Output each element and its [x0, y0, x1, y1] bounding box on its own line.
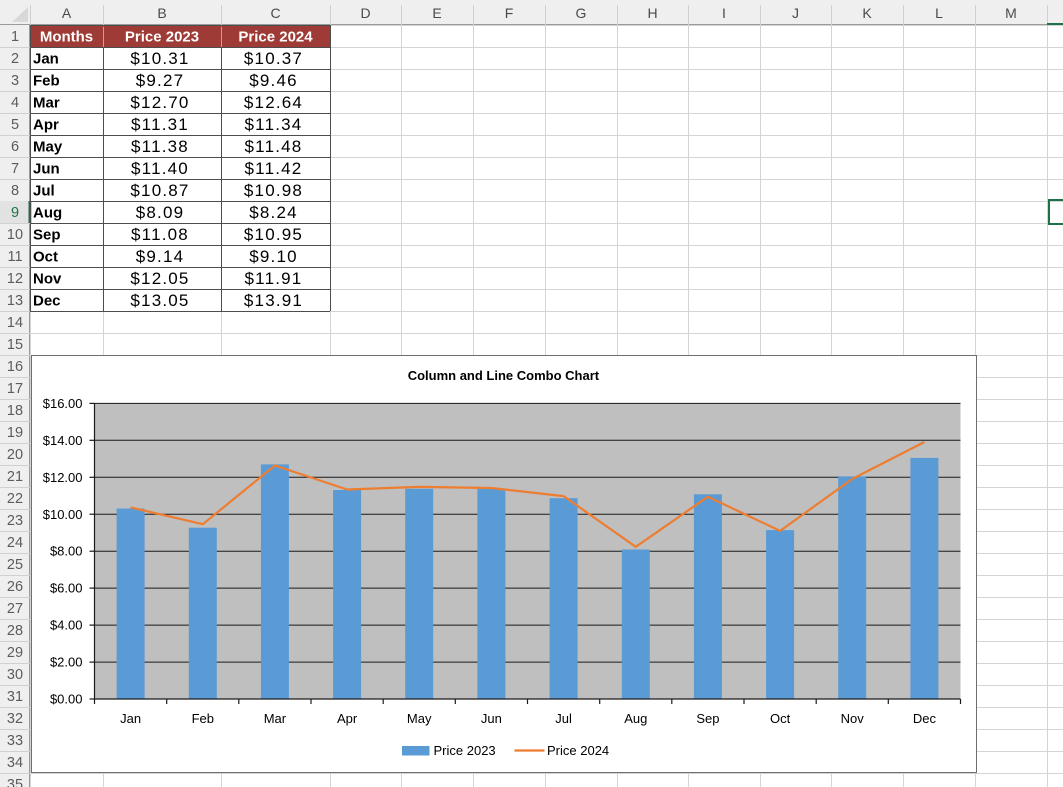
svg-text:Dec: Dec — [33, 293, 61, 310]
svg-text:Apr: Apr — [33, 117, 59, 134]
svg-text:Jun: Jun — [481, 711, 502, 726]
svg-text:Aug: Aug — [33, 205, 62, 222]
svg-text:Dec: Dec — [913, 711, 937, 726]
svg-text:Sep: Sep — [696, 711, 719, 726]
svg-text:Price 2023: Price 2023 — [434, 743, 496, 758]
svg-text:Mar: Mar — [33, 95, 60, 112]
svg-text:I: I — [722, 5, 726, 21]
svg-text:25: 25 — [7, 557, 23, 573]
svg-text:$16.00: $16.00 — [43, 396, 83, 411]
svg-text:$6.00: $6.00 — [50, 581, 83, 596]
svg-text:E: E — [432, 5, 441, 21]
svg-text:18: 18 — [7, 403, 23, 419]
svg-text:K: K — [862, 5, 872, 21]
svg-text:$9.10: $9.10 — [249, 247, 298, 266]
svg-text:$11.38: $11.38 — [131, 137, 189, 156]
svg-text:Feb: Feb — [192, 711, 214, 726]
svg-text:34: 34 — [7, 755, 23, 771]
svg-text:$14.00: $14.00 — [43, 433, 83, 448]
svg-text:$9.14: $9.14 — [136, 247, 185, 266]
svg-text:Oct: Oct — [33, 249, 58, 266]
svg-text:F: F — [505, 5, 514, 21]
svg-text:$10.00: $10.00 — [43, 507, 83, 522]
svg-text:Jan: Jan — [33, 51, 59, 68]
svg-text:15: 15 — [7, 337, 23, 353]
svg-text:35: 35 — [7, 777, 23, 787]
svg-text:Nov: Nov — [841, 711, 865, 726]
svg-text:Nov: Nov — [33, 271, 62, 288]
svg-text:Price 2024: Price 2024 — [547, 743, 609, 758]
svg-text:30: 30 — [7, 667, 23, 683]
svg-text:Jun: Jun — [33, 161, 60, 178]
svg-text:$10.95: $10.95 — [244, 225, 303, 244]
svg-text:Jan: Jan — [120, 711, 141, 726]
svg-text:21: 21 — [7, 469, 23, 485]
svg-text:Jul: Jul — [33, 183, 55, 200]
svg-text:Aug: Aug — [624, 711, 647, 726]
svg-text:29: 29 — [7, 645, 23, 661]
svg-text:Price 2024: Price 2024 — [238, 29, 313, 46]
svg-text:Months: Months — [40, 29, 93, 46]
svg-text:$11.40: $11.40 — [131, 159, 189, 178]
svg-text:$4.00: $4.00 — [50, 618, 83, 633]
svg-text:H: H — [647, 5, 657, 21]
svg-text:32: 32 — [7, 711, 23, 727]
svg-text:$0.00: $0.00 — [50, 692, 83, 707]
svg-text:Price 2023: Price 2023 — [125, 29, 199, 46]
svg-text:G: G — [576, 5, 587, 21]
svg-text:$10.87: $10.87 — [130, 181, 189, 200]
svg-text:$2.00: $2.00 — [50, 655, 83, 670]
svg-text:$11.48: $11.48 — [245, 137, 303, 156]
svg-text:20: 20 — [7, 447, 23, 463]
svg-text:19: 19 — [7, 425, 23, 441]
svg-text:$9.46: $9.46 — [249, 71, 298, 90]
svg-text:33: 33 — [7, 733, 23, 749]
svg-text:$8.09: $8.09 — [136, 203, 185, 222]
svg-text:$10.37: $10.37 — [244, 49, 303, 68]
svg-text:Apr: Apr — [337, 711, 358, 726]
svg-text:J: J — [792, 5, 799, 21]
svg-text:31: 31 — [7, 689, 23, 705]
svg-text:$13.05: $13.05 — [130, 291, 189, 310]
svg-text:$10.98: $10.98 — [244, 181, 303, 200]
svg-text:23: 23 — [7, 513, 23, 529]
svg-text:L: L — [935, 5, 943, 21]
svg-text:$8.00: $8.00 — [50, 544, 83, 559]
svg-text:$11.42: $11.42 — [245, 159, 303, 178]
svg-text:Column and Line Combo Chart: Column and Line Combo Chart — [408, 368, 600, 383]
svg-text:$12.70: $12.70 — [130, 93, 189, 112]
svg-text:$12.64: $12.64 — [244, 93, 303, 112]
svg-text:$9.27: $9.27 — [136, 71, 185, 90]
svg-text:$11.08: $11.08 — [131, 225, 189, 244]
svg-text:M: M — [1005, 5, 1017, 21]
svg-text:28: 28 — [7, 623, 23, 639]
svg-text:$12.05: $12.05 — [130, 269, 189, 288]
svg-text:$13.91: $13.91 — [244, 291, 303, 310]
svg-text:26: 26 — [7, 579, 23, 595]
svg-text:16: 16 — [7, 359, 23, 375]
svg-text:Sep: Sep — [33, 227, 61, 244]
svg-text:Jul: Jul — [555, 711, 572, 726]
svg-text:$11.31: $11.31 — [131, 115, 189, 134]
svg-text:May: May — [33, 139, 63, 156]
svg-text:$10.31: $10.31 — [130, 49, 189, 68]
svg-text:$12.00: $12.00 — [43, 470, 83, 485]
svg-text:May: May — [407, 711, 432, 726]
svg-text:27: 27 — [7, 601, 23, 617]
svg-text:Oct: Oct — [770, 711, 791, 726]
svg-text:Feb: Feb — [33, 73, 60, 90]
svg-text:$8.24: $8.24 — [249, 203, 298, 222]
svg-text:$11.34: $11.34 — [245, 115, 303, 134]
svg-text:24: 24 — [7, 535, 23, 551]
svg-text:Mar: Mar — [264, 711, 287, 726]
svg-text:$11.91: $11.91 — [245, 269, 303, 288]
svg-text:22: 22 — [7, 491, 23, 507]
svg-text:17: 17 — [7, 381, 23, 397]
